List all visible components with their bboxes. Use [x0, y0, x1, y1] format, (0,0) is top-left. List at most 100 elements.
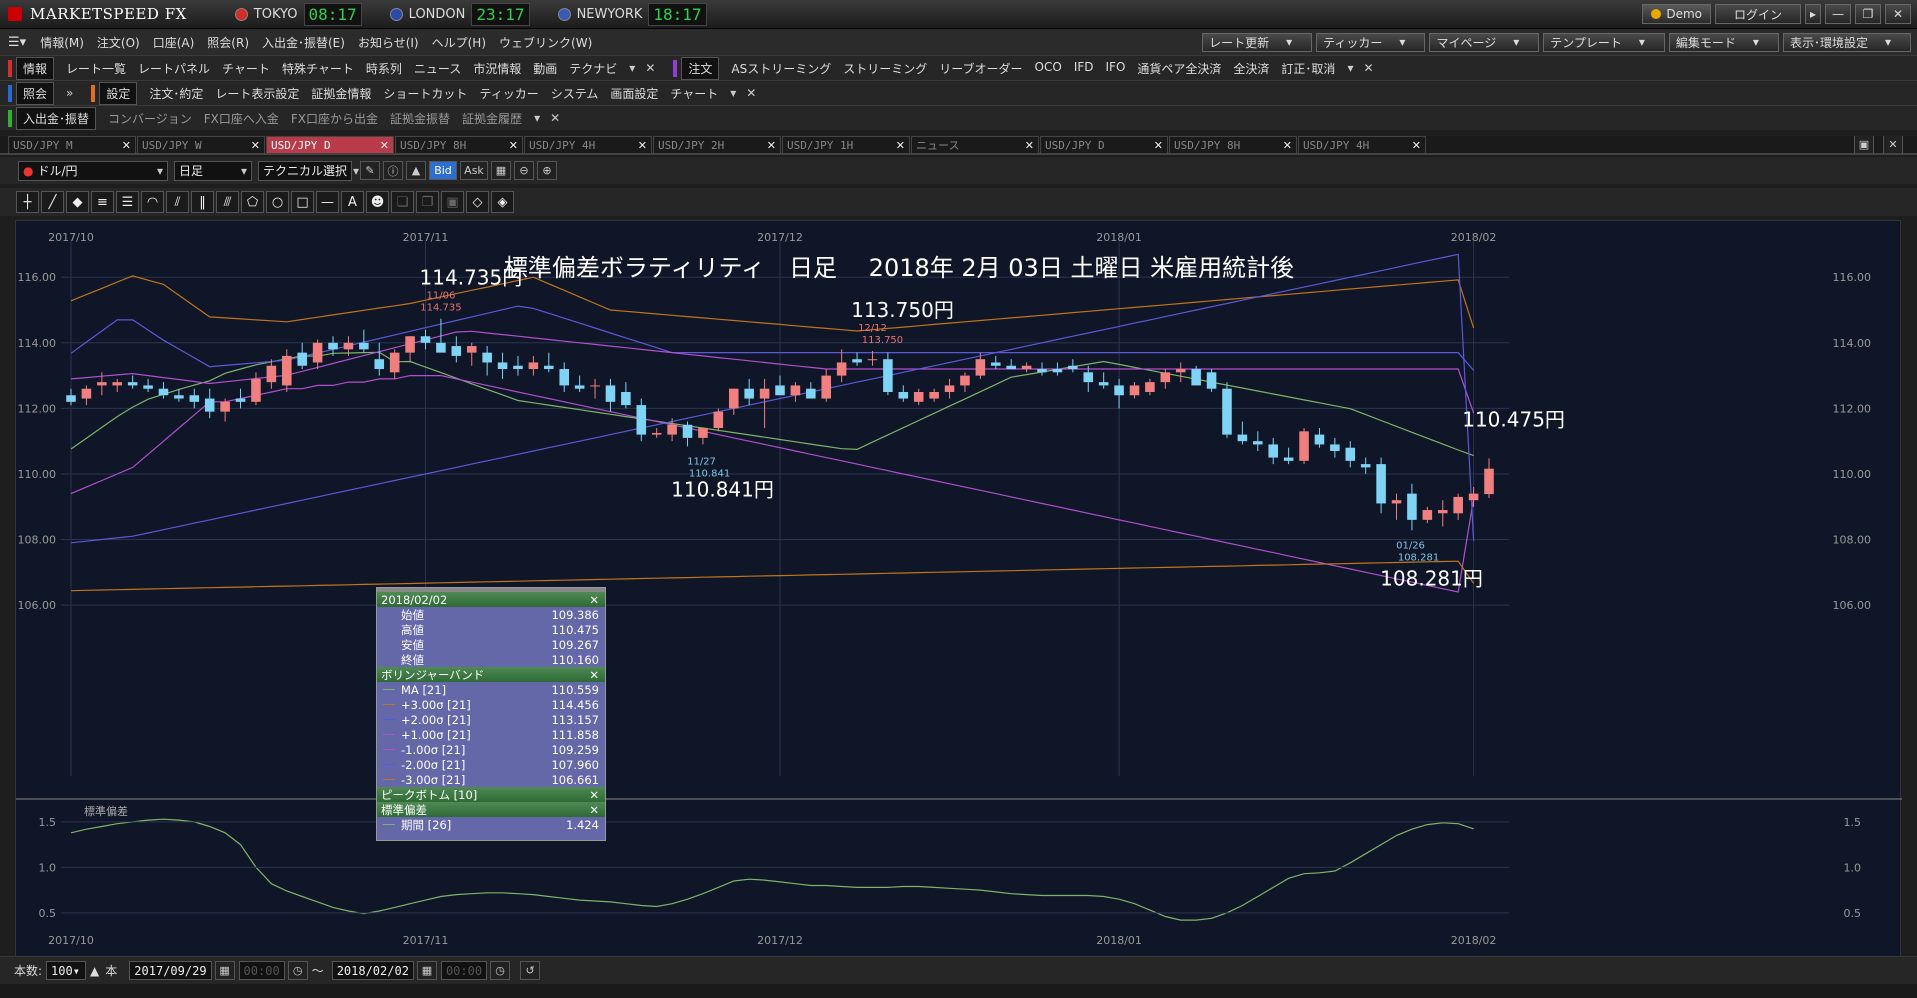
toolbar-item[interactable]: レート一覧: [66, 60, 126, 77]
gann-icon[interactable]: ⫽: [166, 191, 189, 213]
toolbar-item[interactable]: 全決済: [1233, 60, 1269, 77]
indicator-icon[interactable]: ▦: [491, 161, 511, 180]
toolbar-item[interactable]: OCO: [1035, 60, 1062, 77]
menu-hamburger-icon[interactable]: ☰▾: [8, 35, 26, 50]
menu-item[interactable]: お知らせ(I): [358, 34, 419, 51]
toolbar-item[interactable]: テクナビ: [569, 60, 617, 77]
toolbar-item[interactable]: 特殊チャート: [282, 60, 354, 77]
eraser-icon[interactable]: ◆: [66, 191, 89, 213]
delete-icon[interactable]: ▣: [441, 191, 464, 213]
toolbar-item[interactable]: 証拠金情報: [311, 85, 371, 102]
toolbar-close-icon[interactable]: ✕: [645, 61, 655, 75]
tab-close-icon[interactable]: ✕: [509, 139, 518, 152]
menu-item[interactable]: 口座(A): [153, 34, 195, 51]
toolbar-item[interactable]: 市況情報: [473, 60, 521, 77]
clock-icon[interactable]: ◷: [490, 961, 511, 980]
toolbar-item[interactable]: 通貨ペア全決済: [1137, 60, 1221, 77]
from-time-input[interactable]: 00:00: [238, 961, 285, 980]
toolbar-close-icon[interactable]: ✕: [550, 111, 560, 125]
crosshair-icon[interactable]: ┼: [16, 191, 39, 213]
toolbar-item[interactable]: 注文･約定: [149, 85, 203, 102]
chart-tab[interactable]: USD/JPY D ✕: [266, 136, 394, 153]
toolbar-item[interactable]: 動画: [533, 60, 557, 77]
candlestick-chart[interactable]: 106.00 106.00 108.00 108.00 110.00 110.00 112.…: [16, 221, 1902, 961]
toolbar-dropdown-icon[interactable]: ▾: [534, 111, 540, 125]
line-icon[interactable]: —: [316, 191, 339, 213]
maximize-chart-icon[interactable]: ▣: [1854, 136, 1874, 153]
clock-icon[interactable]: ◷: [287, 961, 308, 980]
area-chart-icon[interactable]: ▲: [406, 161, 426, 180]
pentagon-icon[interactable]: ⬠: [241, 191, 264, 213]
toolbar-more-icon[interactable]: »: [66, 86, 73, 100]
tab-close-icon[interactable]: ✕: [638, 139, 647, 152]
tab-close-icon[interactable]: ✕: [1025, 139, 1034, 152]
login-arrow-icon[interactable]: ▸: [1805, 4, 1821, 24]
to-time-input[interactable]: 00:00: [440, 961, 488, 980]
toolbar-item[interactable]: ニュース: [414, 60, 461, 77]
bid-button[interactable]: Bid: [429, 161, 457, 180]
toolbar-item[interactable]: コンバージョン: [108, 110, 192, 127]
chart-tab[interactable]: USD/JPY 8H ✕: [395, 136, 523, 153]
toolbar-item[interactable]: 訂正･取消: [1281, 60, 1335, 77]
refresh-icon[interactable]: ↺: [520, 961, 541, 980]
rectangle-icon[interactable]: □: [291, 191, 314, 213]
menu-item[interactable]: 入出金･振替(E): [262, 34, 345, 51]
toolbar-dropdown-icon[interactable]: ▾: [629, 61, 635, 75]
toolbar-item[interactable]: チャート: [222, 60, 270, 77]
menu-right-button[interactable]: テンプレート ▾: [1543, 32, 1665, 52]
tab-close-icon[interactable]: ✕: [896, 139, 905, 152]
copy-icon[interactable]: ❏: [391, 191, 414, 213]
period-select[interactable]: 日足 ▾: [174, 160, 252, 181]
trendline-icon[interactable]: ╱: [41, 191, 64, 213]
toolbar-item[interactable]: IFO: [1106, 60, 1126, 77]
toolbar-item[interactable]: ASストリーミング: [731, 60, 831, 77]
restore-button[interactable]: ❐: [1855, 4, 1881, 24]
close-button[interactable]: ✕: [1885, 4, 1911, 24]
chart-tab[interactable]: USD/JPY 8H ✕: [1169, 136, 1297, 153]
toolbar-item[interactable]: 画面設定: [610, 85, 658, 102]
tab-close-icon[interactable]: ✕: [251, 139, 260, 152]
tab-close-icon[interactable]: ✕: [122, 139, 131, 152]
tab-close-icon[interactable]: ✕: [1283, 139, 1292, 152]
chart-tab[interactable]: USD/JPY D ✕: [1040, 136, 1168, 153]
toolbar-item[interactable]: 証拠金履歴: [462, 110, 522, 127]
chart-tab[interactable]: USD/JPY 4H ✕: [524, 136, 652, 153]
toolbar-item[interactable]: ストリーミング: [843, 60, 927, 77]
menu-right-button[interactable]: ティッカー ▾: [1316, 32, 1426, 52]
toolbar-item[interactable]: システム: [551, 85, 599, 102]
cycle-icon[interactable]: ‖: [191, 191, 214, 213]
calendar-icon[interactable]: ▦: [214, 961, 235, 980]
close-icon[interactable]: ✕: [589, 668, 599, 682]
data-window[interactable]: 2018/02/02 ✕ 始値 109.386 高値 110.475 安値 109.267 終…: [376, 587, 606, 841]
eraser-all-icon[interactable]: ◈: [491, 191, 514, 213]
tab-close-icon[interactable]: ✕: [380, 139, 389, 152]
stamp-icon[interactable]: ☻: [366, 191, 389, 213]
toolbar-dropdown-icon[interactable]: ▾: [730, 86, 736, 100]
toolbar-item[interactable]: FX口座へ入金: [204, 110, 279, 127]
chart-tab[interactable]: ニュース ✕: [911, 136, 1039, 153]
close-chart-icon[interactable]: ✕: [1883, 136, 1903, 153]
close-icon[interactable]: ✕: [589, 593, 599, 607]
count-up-icon[interactable]: ▲: [90, 964, 99, 978]
circle-icon[interactable]: ○: [266, 191, 289, 213]
toolbar-item[interactable]: 時系列: [366, 60, 402, 77]
toolbar-item[interactable]: 証拠金振替: [390, 110, 450, 127]
toolbar-close-icon[interactable]: ✕: [746, 86, 756, 100]
zoom-in-icon[interactable]: ⊕: [537, 161, 557, 180]
minimize-button[interactable]: —: [1825, 4, 1851, 24]
menu-right-button[interactable]: レート更新 ▾: [1202, 32, 1313, 52]
chart-tab[interactable]: USD/JPY 4H ✕: [1298, 136, 1426, 153]
close-icon[interactable]: ✕: [589, 788, 599, 802]
fan-icon[interactable]: ◠: [141, 191, 164, 213]
chart-area[interactable]: 106.00 106.00 108.00 108.00 110.00 110.00 112.…: [15, 220, 1902, 961]
menu-right-button[interactable]: 編集モード ▾: [1668, 32, 1779, 52]
chart-tab[interactable]: USD/JPY M ✕: [8, 136, 136, 153]
technical-select[interactable]: テクニカル選択 ▾: [258, 160, 359, 181]
menu-item[interactable]: 照会(R): [207, 34, 249, 51]
toolbar-item[interactable]: FX口座から出金: [291, 110, 378, 127]
menu-item[interactable]: ヘルプ(H): [432, 34, 486, 51]
menu-right-button[interactable]: 表示･環境設定 ▾: [1782, 32, 1911, 52]
chart-tab[interactable]: USD/JPY 2H ✕: [653, 136, 781, 153]
tab-close-icon[interactable]: ✕: [1154, 139, 1163, 152]
text-icon[interactable]: A: [341, 191, 364, 213]
